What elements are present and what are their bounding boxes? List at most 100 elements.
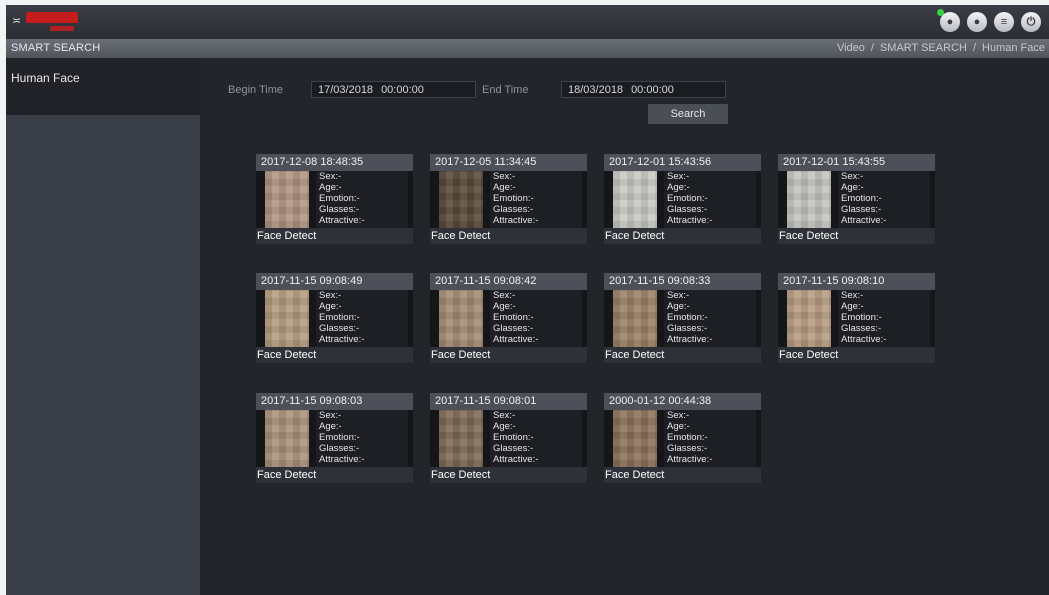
attractive-attr: Attractive:- <box>667 334 713 345</box>
user-icon[interactable]: ● <box>967 12 987 32</box>
glasses-attr: Glasses:- <box>319 443 360 454</box>
attractive-attr: Attractive:- <box>841 215 887 226</box>
sex-attr: Sex:- <box>667 290 690 301</box>
result-card[interactable]: 2017-12-08 18:48:35 Sex:- Age:- Emotion:… <box>256 154 413 244</box>
begin-date-value: 17/03/2018 <box>318 84 374 96</box>
face-thumbnail[interactable] <box>613 171 657 228</box>
face-thumbnail[interactable] <box>265 410 309 467</box>
age-attr: Age:- <box>667 301 690 312</box>
begin-time-value: 00:00:00 <box>381 84 424 96</box>
end-time-label: End Time <box>482 84 529 96</box>
result-card[interactable]: 2017-12-01 15:43:56 Sex:- Age:- Emotion:… <box>604 154 761 244</box>
begin-time-label: Begin Time <box>228 84 284 96</box>
attractive-attr: Attractive:- <box>493 215 539 226</box>
result-label: Face Detect <box>256 347 413 363</box>
title-bar: SMART SEARCH Video / SMART SEARCH / Human Fa… <box>6 39 1049 58</box>
face-attributes: Sex:- Age:- Emotion:- Glasses:- Attracti… <box>316 290 408 347</box>
attractive-attr: Attractive:- <box>493 334 539 345</box>
breadcrumb-smart-search[interactable]: SMART SEARCH <box>880 42 967 54</box>
breadcrumb-human-face: Human Face <box>982 42 1045 54</box>
attractive-attr: Attractive:- <box>667 215 713 226</box>
emotion-attr: Emotion:- <box>319 193 360 204</box>
face-thumbnail[interactable] <box>787 171 831 228</box>
glasses-attr: Glasses:- <box>667 323 708 334</box>
begin-time-field[interactable]: 17/03/2018 00:00:00 <box>311 81 476 98</box>
result-label: Face Detect <box>256 228 413 244</box>
sidebar-item-label: Human Face <box>11 71 80 85</box>
sex-attr: Sex:- <box>667 171 690 182</box>
face-attributes: Sex:- Age:- Emotion:- Glasses:- Attracti… <box>490 290 582 347</box>
end-time-field[interactable]: 18/03/2018 00:00:00 <box>561 81 726 98</box>
result-label: Face Detect <box>430 228 587 244</box>
glasses-attr: Glasses:- <box>667 443 708 454</box>
end-time-value: 00:00:00 <box>631 84 674 96</box>
face-attributes: Sex:- Age:- Emotion:- Glasses:- Attracti… <box>664 171 756 228</box>
face-thumbnail[interactable] <box>439 171 483 228</box>
result-timestamp: 2017-11-15 09:08:42 <box>430 273 587 290</box>
age-attr: Age:- <box>319 421 342 432</box>
sex-attr: Sex:- <box>319 290 342 301</box>
result-timestamp: 2000-01-12 00:44:38 <box>604 393 761 410</box>
sex-attr: Sex:- <box>493 410 516 421</box>
sidebar-item-human-face[interactable]: Human Face <box>6 58 200 115</box>
result-timestamp: 2017-12-05 11:34:45 <box>430 154 587 171</box>
face-thumbnail[interactable] <box>265 171 309 228</box>
face-attributes: Sex:- Age:- Emotion:- Glasses:- Attracti… <box>664 410 756 467</box>
face-attributes: Sex:- Age:- Emotion:- Glasses:- Attracti… <box>316 410 408 467</box>
face-thumbnail[interactable] <box>439 410 483 467</box>
face-attributes: Sex:- Age:- Emotion:- Glasses:- Attracti… <box>838 290 930 347</box>
search-button[interactable]: Search <box>648 104 728 124</box>
result-label: Face Detect <box>778 228 935 244</box>
result-timestamp: 2017-11-15 09:08:01 <box>430 393 587 410</box>
result-label: Face Detect <box>430 347 587 363</box>
result-card[interactable]: 2017-11-15 09:08:49 Sex:- Age:- Emotion:… <box>256 273 413 363</box>
result-timestamp: 2017-11-15 09:08:49 <box>256 273 413 290</box>
attractive-attr: Attractive:- <box>841 334 887 345</box>
top-bar: ≍ ● ● ≡ ⏻ <box>6 5 1049 39</box>
result-card[interactable]: 2017-12-01 15:43:55 Sex:- Age:- Emotion:… <box>778 154 935 244</box>
breadcrumb: Video / SMART SEARCH / Human Face <box>836 42 1045 54</box>
live-view-icon[interactable]: ● <box>937 9 960 32</box>
attractive-attr: Attractive:- <box>319 215 365 226</box>
face-thumbnail[interactable] <box>613 410 657 467</box>
result-label: Face Detect <box>256 467 413 483</box>
end-date-value: 18/03/2018 <box>568 84 624 96</box>
face-thumbnail[interactable] <box>439 290 483 347</box>
result-card[interactable]: 2000-01-12 00:44:38 Sex:- Age:- Emotion:… <box>604 393 761 483</box>
age-attr: Age:- <box>493 421 516 432</box>
age-attr: Age:- <box>319 301 342 312</box>
face-thumbnail[interactable] <box>787 290 831 347</box>
face-thumbnail[interactable] <box>265 290 309 347</box>
glasses-attr: Glasses:- <box>493 204 534 215</box>
logo: ≍ <box>12 11 92 33</box>
attractive-attr: Attractive:- <box>319 454 365 465</box>
menu-icon[interactable]: ≡ <box>994 12 1014 32</box>
face-attributes: Sex:- Age:- Emotion:- Glasses:- Attracti… <box>664 290 756 347</box>
face-thumbnail[interactable] <box>613 290 657 347</box>
power-icon[interactable]: ⏻ <box>1021 12 1041 32</box>
result-card[interactable]: 2017-11-15 09:08:01 Sex:- Age:- Emotion:… <box>430 393 587 483</box>
emotion-attr: Emotion:- <box>319 432 360 443</box>
face-attributes: Sex:- Age:- Emotion:- Glasses:- Attracti… <box>316 171 408 228</box>
breadcrumb-video[interactable]: Video <box>837 42 865 54</box>
result-card[interactable]: 2017-12-05 11:34:45 Sex:- Age:- Emotion:… <box>430 154 587 244</box>
emotion-attr: Emotion:- <box>667 312 708 323</box>
sex-attr: Sex:- <box>319 171 342 182</box>
sex-attr: Sex:- <box>493 171 516 182</box>
result-card[interactable]: 2017-11-15 09:08:42 Sex:- Age:- Emotion:… <box>430 273 587 363</box>
emotion-attr: Emotion:- <box>841 193 882 204</box>
sidebar: Human Face <box>6 58 200 595</box>
result-card[interactable]: 2017-11-15 09:08:10 Sex:- Age:- Emotion:… <box>778 273 935 363</box>
result-label: Face Detect <box>430 467 587 483</box>
emotion-attr: Emotion:- <box>319 312 360 323</box>
page-title: SMART SEARCH <box>11 42 101 54</box>
result-label: Face Detect <box>604 347 761 363</box>
face-attributes: Sex:- Age:- Emotion:- Glasses:- Attracti… <box>490 410 582 467</box>
result-timestamp: 2017-12-01 15:43:55 <box>778 154 935 171</box>
age-attr: Age:- <box>319 182 342 193</box>
result-card[interactable]: 2017-11-15 09:08:03 Sex:- Age:- Emotion:… <box>256 393 413 483</box>
result-card[interactable]: 2017-11-15 09:08:33 Sex:- Age:- Emotion:… <box>604 273 761 363</box>
emotion-attr: Emotion:- <box>493 193 534 204</box>
attractive-attr: Attractive:- <box>493 454 539 465</box>
emotion-attr: Emotion:- <box>667 193 708 204</box>
